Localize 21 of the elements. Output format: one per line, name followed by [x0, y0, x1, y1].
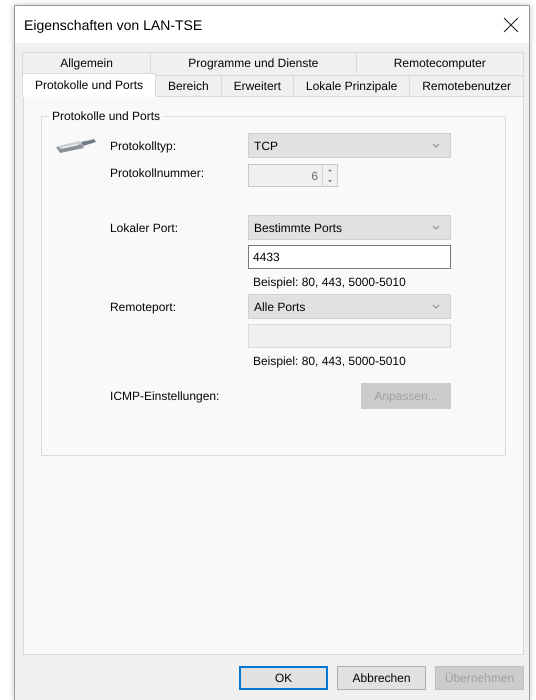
tab[interactable]: Remotebenutzer	[409, 75, 524, 96]
dropdown[interactable]: Bestimmte Ports	[248, 215, 451, 240]
example-hint: Beispiel: 80, 443, 5000-5010	[252, 275, 407, 289]
tab[interactable]: Allgemein	[22, 52, 152, 73]
dropdown[interactable]: TCP	[248, 133, 451, 158]
close-icon[interactable]	[503, 16, 519, 32]
field-label: Protokolltyp:	[110, 138, 178, 152]
window-title: Eigenschaften von LAN-TSE	[24, 16, 202, 32]
network-cable-icon	[54, 136, 98, 156]
dialog-button[interactable]: OK	[239, 666, 328, 690]
field-label: Remoteport:	[110, 300, 178, 314]
example-hint: Beispiel: 80, 443, 5000-5010	[252, 354, 407, 368]
field-label: Protokollnummer:	[110, 165, 206, 180]
field-label: ICMP-Einstellungen:	[110, 389, 220, 403]
dropdown[interactable]: Alle Ports	[248, 294, 451, 319]
dialog-button[interactable]: Abbrechen	[337, 666, 426, 690]
group-title: Protokolle und Ports	[51, 109, 162, 123]
port-input[interactable]: 4433	[248, 245, 451, 269]
tab[interactable]: Protokolle und Ports	[22, 73, 156, 97]
field-label: Lokaler Port:	[110, 220, 180, 234]
tab[interactable]: Remotecomputer	[356, 52, 524, 73]
